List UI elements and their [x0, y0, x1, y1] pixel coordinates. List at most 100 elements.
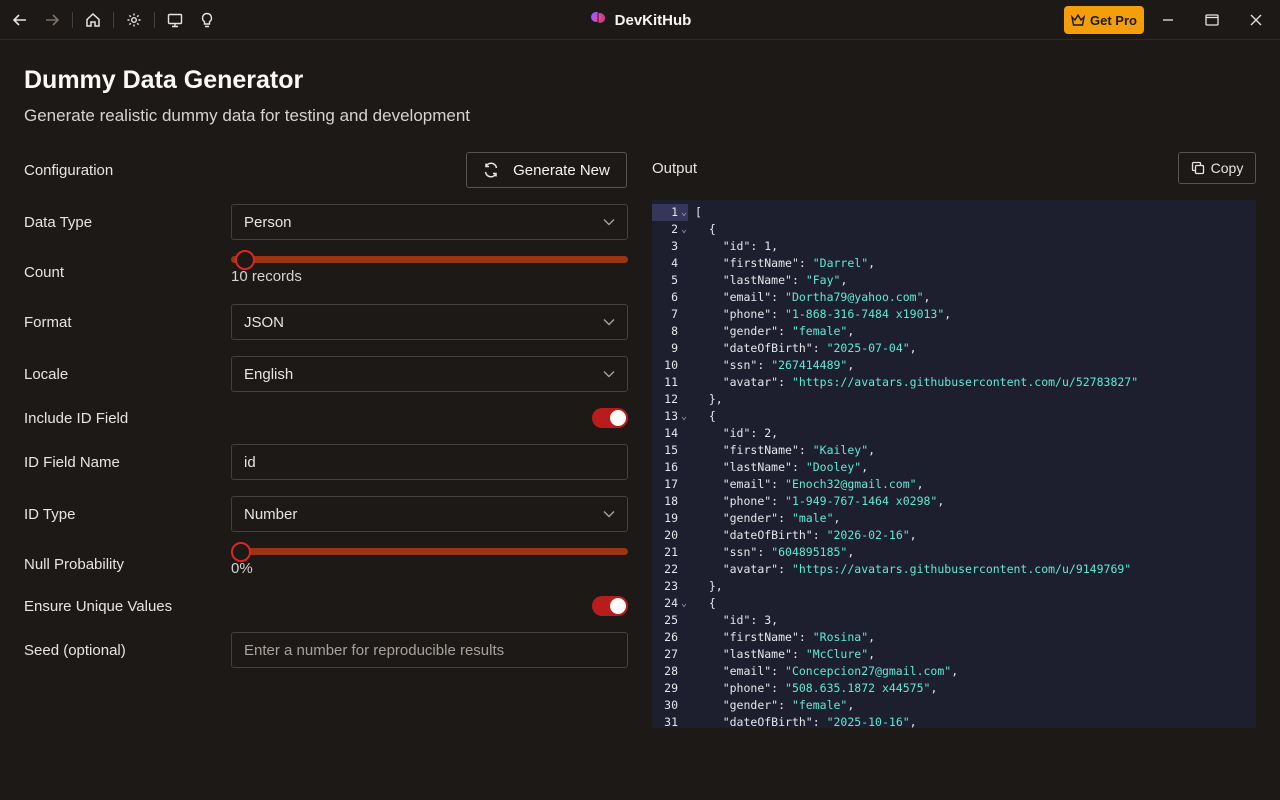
fold-chevron-icon[interactable]: ⌄: [681, 595, 687, 612]
code-line: 17 "email": "Enoch32@gmail.com",: [652, 476, 1256, 493]
monitor-icon[interactable]: [163, 8, 187, 32]
code-text: "dateOfBirth": "2025-10-16",: [722, 715, 917, 728]
code-text: "lastName": "Fay",: [722, 273, 848, 287]
minimize-icon[interactable]: [1156, 8, 1180, 32]
code-text: },: [695, 579, 723, 593]
maximize-icon[interactable]: [1200, 8, 1224, 32]
chevron-down-icon: [603, 371, 615, 378]
code-line: 20 "dateOfBirth": "2026-02-16",: [652, 527, 1256, 544]
home-icon[interactable]: [81, 8, 105, 32]
id-type-select[interactable]: Number: [231, 496, 628, 532]
code-line: 4 "firstName": "Darrel",: [652, 255, 1256, 272]
output-heading: Output: [652, 160, 698, 177]
code-line: 12 },: [652, 391, 1256, 408]
code-line: 23 },: [652, 578, 1256, 595]
data-type-select[interactable]: Person: [231, 204, 628, 240]
line-number: 20: [664, 528, 678, 542]
code-text: [: [695, 205, 702, 219]
code-output-panel[interactable]: 1 ⌄[2 ⌄ {3 "id": 1, 4 "firstName": "Darrel"…: [652, 200, 1256, 728]
code-line: 13 ⌄ {: [652, 408, 1256, 425]
line-number: 17: [664, 477, 678, 491]
toolbar-divider: [72, 12, 73, 28]
code-text: "firstName": "Rosina",: [722, 630, 876, 644]
line-number: 1: [671, 205, 678, 219]
code-text: "dateOfBirth": "2026-02-16",: [722, 528, 917, 542]
line-number: 15: [664, 443, 678, 457]
fold-chevron-icon[interactable]: ⌄: [681, 204, 687, 221]
code-text: "lastName": "McClure",: [722, 647, 876, 661]
lightbulb-icon[interactable]: [195, 8, 219, 32]
locale-select[interactable]: English: [231, 356, 628, 392]
get-pro-button[interactable]: Get Pro: [1064, 6, 1144, 34]
copy-button[interactable]: Copy: [1178, 152, 1256, 184]
line-number: 13: [664, 409, 678, 423]
null-probability-slider-track[interactable]: [231, 548, 628, 555]
line-number: 2: [671, 222, 678, 236]
code-text: "email": "Concepcion27@gmail.com",: [722, 664, 959, 678]
code-line: 28 "email": "Concepcion27@gmail.com",: [652, 663, 1256, 680]
code-text: "phone": "508.635.1872 x44575",: [722, 681, 938, 695]
gear-icon[interactable]: [122, 8, 146, 32]
code-line: 30 "gender": "female",: [652, 697, 1256, 714]
configuration-heading: Configuration: [24, 162, 114, 179]
line-number: 4: [671, 256, 678, 270]
code-line: 14 "id": 2,: [652, 425, 1256, 442]
id-field-name-input[interactable]: [231, 444, 628, 480]
code-line: 2 ⌄ {: [652, 221, 1256, 238]
brain-logo-icon: [589, 9, 607, 31]
chevron-down-icon: [603, 319, 615, 326]
include-id-toggle[interactable]: [592, 408, 628, 428]
ensure-unique-toggle[interactable]: [592, 596, 628, 616]
code-line: 5 "lastName": "Fay",: [652, 272, 1256, 289]
code-line: 16 "lastName": "Dooley",: [652, 459, 1256, 476]
code-text: "phone": "1-868-316-7484 x19013",: [722, 307, 952, 321]
code-line: 6 "email": "Dortha79@yahoo.com",: [652, 289, 1256, 306]
locale-value: English: [244, 365, 294, 383]
generate-new-button[interactable]: Generate New: [466, 152, 627, 188]
ensure-unique-label: Ensure Unique Values: [24, 598, 173, 615]
line-number: 16: [664, 460, 678, 474]
seed-input[interactable]: [231, 632, 628, 668]
back-arrow-icon[interactable]: [8, 8, 32, 32]
code-text: "avatar": "https://avatars.githubusercon…: [722, 375, 1139, 389]
code-line: 25 "id": 3,: [652, 612, 1256, 629]
fold-chevron-icon[interactable]: ⌄: [681, 408, 687, 425]
chevron-down-icon: [603, 511, 615, 518]
code-text: "lastName": "Dooley",: [722, 460, 869, 474]
format-select[interactable]: JSON: [231, 304, 628, 340]
page-title: Dummy Data Generator: [24, 66, 304, 94]
copy-icon: [1191, 161, 1204, 175]
fold-chevron-icon[interactable]: ⌄: [681, 221, 687, 238]
id-field-name-label: ID Field Name: [24, 454, 120, 471]
code-text: "id": 1,: [722, 239, 779, 253]
line-number: 22: [664, 562, 678, 576]
code-text: "gender": "female",: [722, 698, 855, 712]
line-number: 11: [664, 375, 678, 389]
code-text: {: [695, 409, 716, 423]
line-number: 29: [664, 681, 678, 695]
count-value: 10 records: [231, 268, 302, 285]
null-probability-slider-thumb[interactable]: [231, 542, 251, 562]
forward-arrow-icon[interactable]: [40, 8, 64, 32]
line-number: 3: [671, 239, 678, 253]
null-probability-label: Null Probability: [24, 556, 125, 573]
crown-icon: [1071, 14, 1086, 26]
toolbar-divider: [113, 12, 114, 28]
line-number: 12: [664, 392, 678, 406]
line-number: 24: [664, 596, 678, 610]
code-text: "firstName": "Darrel",: [722, 256, 876, 270]
code-line: 15 "firstName": "Kailey",: [652, 442, 1256, 459]
code-text: "ssn": "267414489",: [722, 358, 855, 372]
id-type-value: Number: [244, 505, 298, 523]
line-number: 23: [664, 579, 678, 593]
code-line: 1 ⌄ [: [652, 204, 1256, 221]
code-text: "email": "Dortha79@yahoo.com",: [722, 290, 931, 304]
count-slider-track[interactable]: [231, 256, 628, 263]
count-slider-thumb[interactable]: [234, 250, 255, 270]
code-line: 26 "firstName": "Rosina",: [652, 629, 1256, 646]
close-icon[interactable]: [1244, 8, 1268, 32]
code-text: {: [695, 596, 716, 610]
line-number: 10: [664, 358, 678, 372]
line-number: 14: [664, 426, 678, 440]
line-number: 25: [664, 613, 678, 627]
